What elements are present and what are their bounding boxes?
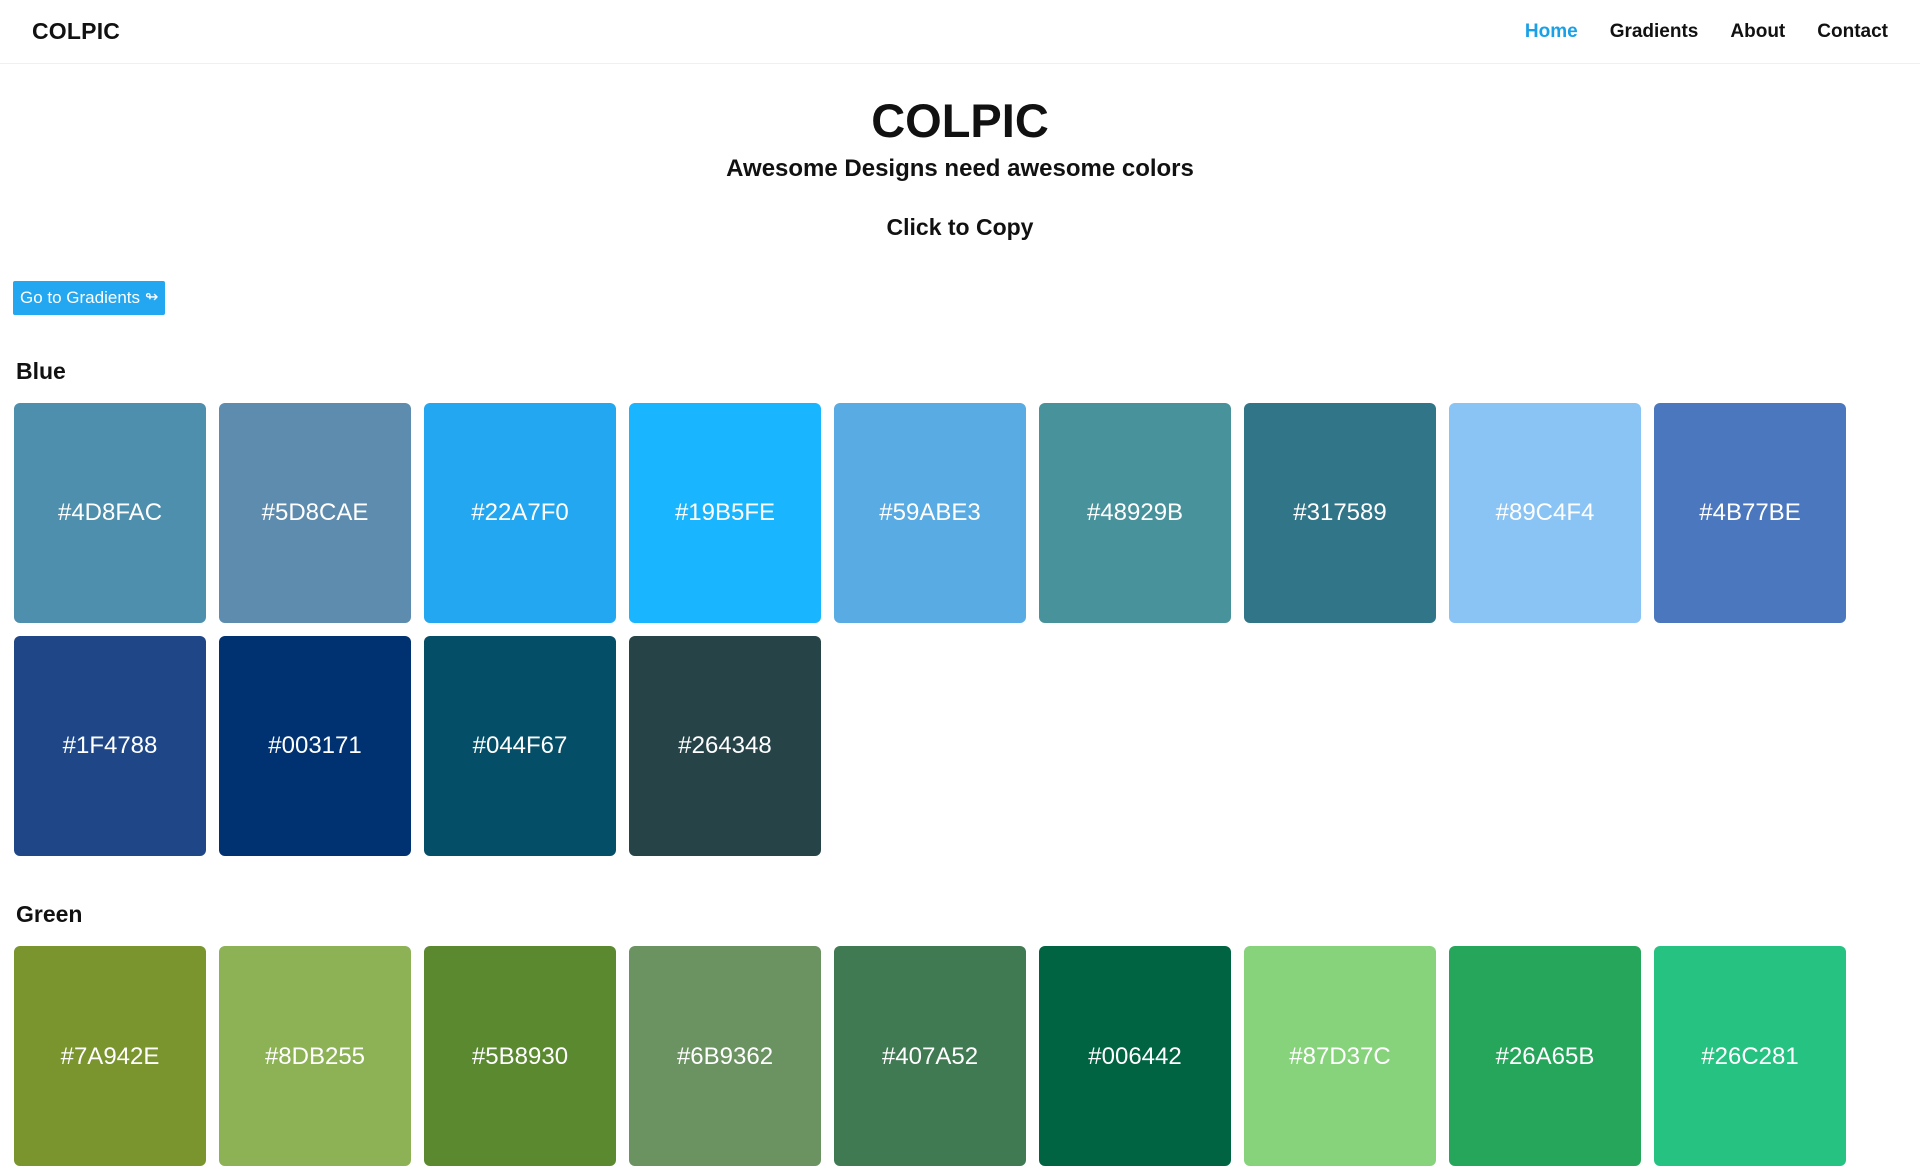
color-swatch[interactable]: #26C281 [1654, 946, 1846, 1166]
section-title-blue: Blue [16, 358, 66, 384]
color-hex-label: #59ABE3 [879, 499, 981, 526]
color-swatch[interactable]: #4B77BE [1654, 403, 1846, 623]
color-swatch[interactable]: #22A7F0 [424, 403, 616, 623]
color-hex-label: #6B9362 [676, 1043, 774, 1070]
main-nav: Home Gradients About Contact [1525, 21, 1888, 43]
hero-section: COLPIC Awesome Designs need awesome colo… [0, 64, 1920, 241]
color-hex-label: #264348 [678, 732, 772, 759]
color-swatch[interactable]: #407A52 [834, 946, 1026, 1166]
color-swatch[interactable]: #317589 [1244, 403, 1436, 623]
color-swatch[interactable]: #264348 [629, 636, 821, 856]
section-title-green: Green [16, 901, 83, 927]
color-hex-label: #22A7F0 [471, 499, 569, 526]
arrow-right-icon: ↬ [145, 289, 159, 306]
color-swatch[interactable]: #19B5FE [629, 403, 821, 623]
color-swatch[interactable]: #006442 [1039, 946, 1231, 1166]
color-hex-label: #003171 [268, 732, 362, 759]
color-swatch[interactable]: #89C4F4 [1449, 403, 1641, 623]
color-hex-label: #8DB255 [264, 1043, 366, 1070]
color-hex-label: #5B8930 [471, 1043, 569, 1070]
color-swatch[interactable]: #4D8FAC [14, 403, 206, 623]
color-hex-label: #48929B [1086, 499, 1184, 526]
green-swatch-grid: #7A942E #8DB255 #5B8930 #6B9362 #407A52 #0064… [14, 946, 1894, 1166]
go-to-gradients-label: Go to Gradients [20, 288, 141, 307]
color-hex-label: #006442 [1088, 1043, 1182, 1070]
color-swatch[interactable]: #5B8930 [424, 946, 616, 1166]
nav-home-link[interactable]: Home [1525, 21, 1578, 43]
color-swatch[interactable]: #6B9362 [629, 946, 821, 1166]
color-swatch[interactable]: #8DB255 [219, 946, 411, 1166]
color-swatch[interactable]: #59ABE3 [834, 403, 1026, 623]
color-swatch[interactable]: #7A942E [14, 946, 206, 1166]
color-swatch[interactable]: #5D8CAE [219, 403, 411, 623]
color-hex-label: #407A52 [881, 1043, 979, 1070]
color-hex-label: #4D8FAC [57, 499, 163, 526]
color-swatch[interactable]: #48929B [1039, 403, 1231, 623]
color-hex-label: #26C281 [1701, 1043, 1799, 1070]
color-swatch[interactable]: #044F67 [424, 636, 616, 856]
color-hex-label: #044F67 [472, 732, 568, 759]
color-hex-label: #1F4788 [62, 732, 158, 759]
go-to-gradients-button[interactable]: Go to Gradients ↬ [13, 281, 166, 315]
color-hex-label: #89C4F4 [1495, 499, 1595, 526]
color-swatch[interactable]: #003171 [219, 636, 411, 856]
green-color-section: Green #7A942E #8DB255 #5B8930 #6B9362 #407A5… [14, 901, 1894, 1166]
hero-title: COLPIC [871, 94, 1049, 147]
color-hex-label: #26A65B [1495, 1043, 1595, 1070]
main-content: COLPIC Awesome Designs need awesome colo… [0, 64, 1920, 1166]
color-hex-label: #87D37C [1289, 1043, 1391, 1070]
nav-gradients-link[interactable]: Gradients [1610, 21, 1699, 43]
brand-logo[interactable]: COLPIC [32, 18, 120, 45]
color-hex-label: #317589 [1293, 499, 1387, 526]
blue-color-section: Blue #4D8FAC #5D8CAE #22A7F0 #19B5FE #59ABE3… [14, 358, 1894, 856]
nav-about-link[interactable]: About [1730, 21, 1785, 43]
copy-instruction: Click to Copy [886, 214, 1034, 240]
color-swatch[interactable]: #26A65B [1449, 946, 1641, 1166]
blue-swatch-grid: #4D8FAC #5D8CAE #22A7F0 #19B5FE #59ABE3 #4892… [14, 403, 1894, 856]
color-swatch[interactable]: #87D37C [1244, 946, 1436, 1166]
nav-contact-link[interactable]: Contact [1817, 21, 1888, 43]
color-hex-label: #4B77BE [1699, 499, 1801, 526]
color-swatch[interactable]: #1F4788 [14, 636, 206, 856]
color-hex-label: #7A942E [60, 1043, 160, 1070]
top-navbar: COLPIC Home Gradients About Contact [0, 0, 1920, 64]
color-hex-label: #5D8CAE [261, 499, 369, 526]
hero-subtitle: Awesome Designs need awesome colors [726, 155, 1194, 182]
color-hex-label: #19B5FE [674, 499, 776, 526]
